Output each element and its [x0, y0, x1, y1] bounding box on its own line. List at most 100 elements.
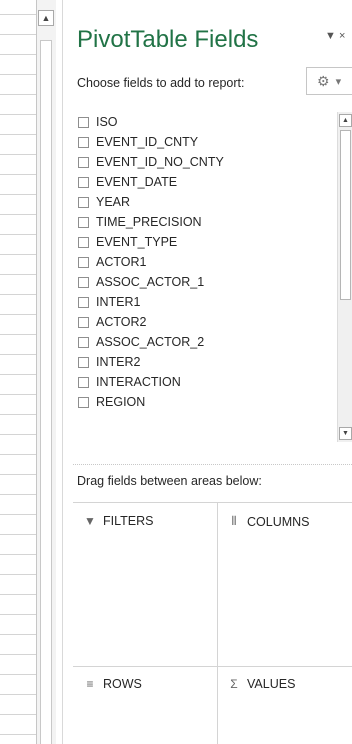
field-list-scrollbar[interactable]: ▲ ▼: [337, 112, 352, 442]
scrollbar-thumb[interactable]: [340, 130, 351, 300]
field-checkbox[interactable]: [78, 116, 89, 128]
scroll-up-arrow-icon[interactable]: ▲: [339, 114, 352, 127]
sheet-row-line: [0, 354, 36, 355]
pane-options-close-icon[interactable]: ▼ ×: [325, 30, 345, 42]
sheet-row-line: [0, 114, 36, 115]
sheet-row-line: [0, 54, 36, 55]
field-list-item[interactable]: EVENT_ID_NO_CNTY: [76, 152, 351, 172]
field-checkbox[interactable]: [78, 276, 89, 288]
rows-label: ROWS: [103, 677, 142, 691]
pane-title: PivotTable Fields: [77, 26, 259, 53]
sheet-row-line: [0, 134, 36, 135]
field-checkbox[interactable]: [78, 356, 89, 368]
field-checkbox[interactable]: [78, 216, 89, 228]
field-list-item[interactable]: ASSOC_ACTOR_2: [76, 332, 351, 352]
sheet-row-line: [0, 194, 36, 195]
rows-icon: ≡: [86, 677, 94, 691]
field-label: REGION: [96, 395, 146, 409]
field-checkbox[interactable]: [78, 296, 89, 308]
field-list-item[interactable]: REGION: [76, 392, 351, 412]
scrollbar-track[interactable]: [40, 40, 52, 744]
field-list-item[interactable]: EVENT_TYPE: [76, 232, 351, 252]
field-checkbox[interactable]: [78, 256, 89, 268]
scroll-up-arrow-icon[interactable]: ▲: [38, 10, 54, 26]
sheet-row-line: [0, 314, 36, 315]
sheet-row-line: [0, 234, 36, 235]
field-label: YEAR: [96, 195, 131, 209]
sheet-row-line: [0, 574, 36, 575]
field-list: ISO EVENT_ID_CNTY EVENT_ID_NO_CNTY EVENT_DA…: [76, 112, 351, 446]
sheet-row-line: [0, 414, 36, 415]
sheet-row-line: [0, 94, 36, 95]
gear-icon: ⚙: [317, 72, 330, 89]
field-checkbox[interactable]: [78, 396, 89, 408]
field-checkbox[interactable]: [78, 376, 89, 388]
field-list-item[interactable]: ACTOR2: [76, 312, 351, 332]
field-list-item[interactable]: ACTOR1: [76, 252, 351, 272]
scroll-down-arrow-icon[interactable]: ▼: [339, 427, 352, 440]
sheet-row-line: [0, 654, 36, 655]
sheet-row-line: [0, 334, 36, 335]
sheet-row-line: [0, 494, 36, 495]
sheet-row-line: [0, 74, 36, 75]
choose-fields-label: Choose fields to add to report:: [77, 76, 245, 90]
sheet-row-line: [0, 734, 36, 735]
field-list-item[interactable]: EVENT_ID_CNTY: [76, 132, 351, 152]
sheet-row-line: [0, 174, 36, 175]
field-checkbox[interactable]: [78, 316, 89, 328]
sheet-row-line: [0, 34, 36, 35]
columns-icon: ⦀: [231, 514, 237, 528]
pane-resize-handle[interactable]: [56, 0, 63, 744]
sheet-row-line: [0, 514, 36, 515]
sheet-row-line: [0, 394, 36, 395]
sheet-row-line: [0, 14, 36, 15]
field-list-item[interactable]: EVENT_DATE: [76, 172, 351, 192]
field-list-item[interactable]: INTER1: [76, 292, 351, 312]
filter-icon: ▼: [84, 514, 96, 528]
field-checkbox[interactable]: [78, 336, 89, 348]
field-list-item[interactable]: TIME_PRECISION: [76, 212, 351, 232]
sheet-row-line: [0, 554, 36, 555]
values-area-header: Σ VALUES: [227, 677, 295, 691]
sheet-vertical-scrollbar[interactable]: ▲: [36, 0, 58, 744]
rows-area-header: ≡ ROWS: [83, 677, 142, 691]
tools-button[interactable]: ⚙ ▾: [306, 67, 352, 95]
field-list-item[interactable]: YEAR: [76, 192, 351, 212]
sheet-row-line: [0, 534, 36, 535]
field-label: EVENT_ID_NO_CNTY: [96, 155, 224, 169]
field-label: ACTOR1: [96, 255, 147, 269]
sheet-row-line: [0, 454, 36, 455]
pivottable-fields-pane: PivotTable Fields ▼ × Choose fields to a…: [63, 0, 352, 744]
columns-area-header: ⦀ COLUMNS: [227, 514, 310, 529]
field-checkbox[interactable]: [78, 176, 89, 188]
sheet-row-line: [0, 254, 36, 255]
field-label: ISO: [96, 115, 118, 129]
field-list-item[interactable]: INTERACTION: [76, 372, 351, 392]
field-checkbox[interactable]: [78, 236, 89, 248]
sheet-row-line: [0, 434, 36, 435]
sheet-row-line: [0, 694, 36, 695]
field-checkbox[interactable]: [78, 136, 89, 148]
field-label: INTERACTION: [96, 375, 181, 389]
field-checkbox[interactable]: [78, 156, 89, 168]
sheet-row-line: [0, 714, 36, 715]
columns-label: COLUMNS: [247, 514, 310, 529]
field-label: EVENT_DATE: [96, 175, 178, 189]
field-label: INTER2: [96, 355, 141, 369]
spreadsheet-grid[interactable]: [0, 0, 37, 744]
field-list-item[interactable]: INTER2: [76, 352, 351, 372]
field-checkbox[interactable]: [78, 196, 89, 208]
field-label: INTER1: [96, 295, 141, 309]
chevron-down-icon: ▾: [335, 75, 342, 88]
sheet-row-line: [0, 274, 36, 275]
field-label: EVENT_ID_CNTY: [96, 135, 199, 149]
filters-area-header: ▼ FILTERS: [83, 514, 153, 528]
sheet-row-line: [0, 374, 36, 375]
sheet-row-line: [0, 294, 36, 295]
field-label: EVENT_TYPE: [96, 235, 178, 249]
field-label: ASSOC_ACTOR_2: [96, 335, 205, 349]
section-divider: [73, 464, 352, 465]
field-list-item[interactable]: ASSOC_ACTOR_1: [76, 272, 351, 292]
field-list-item[interactable]: ISO: [76, 112, 351, 132]
field-label: TIME_PRECISION: [96, 215, 202, 229]
